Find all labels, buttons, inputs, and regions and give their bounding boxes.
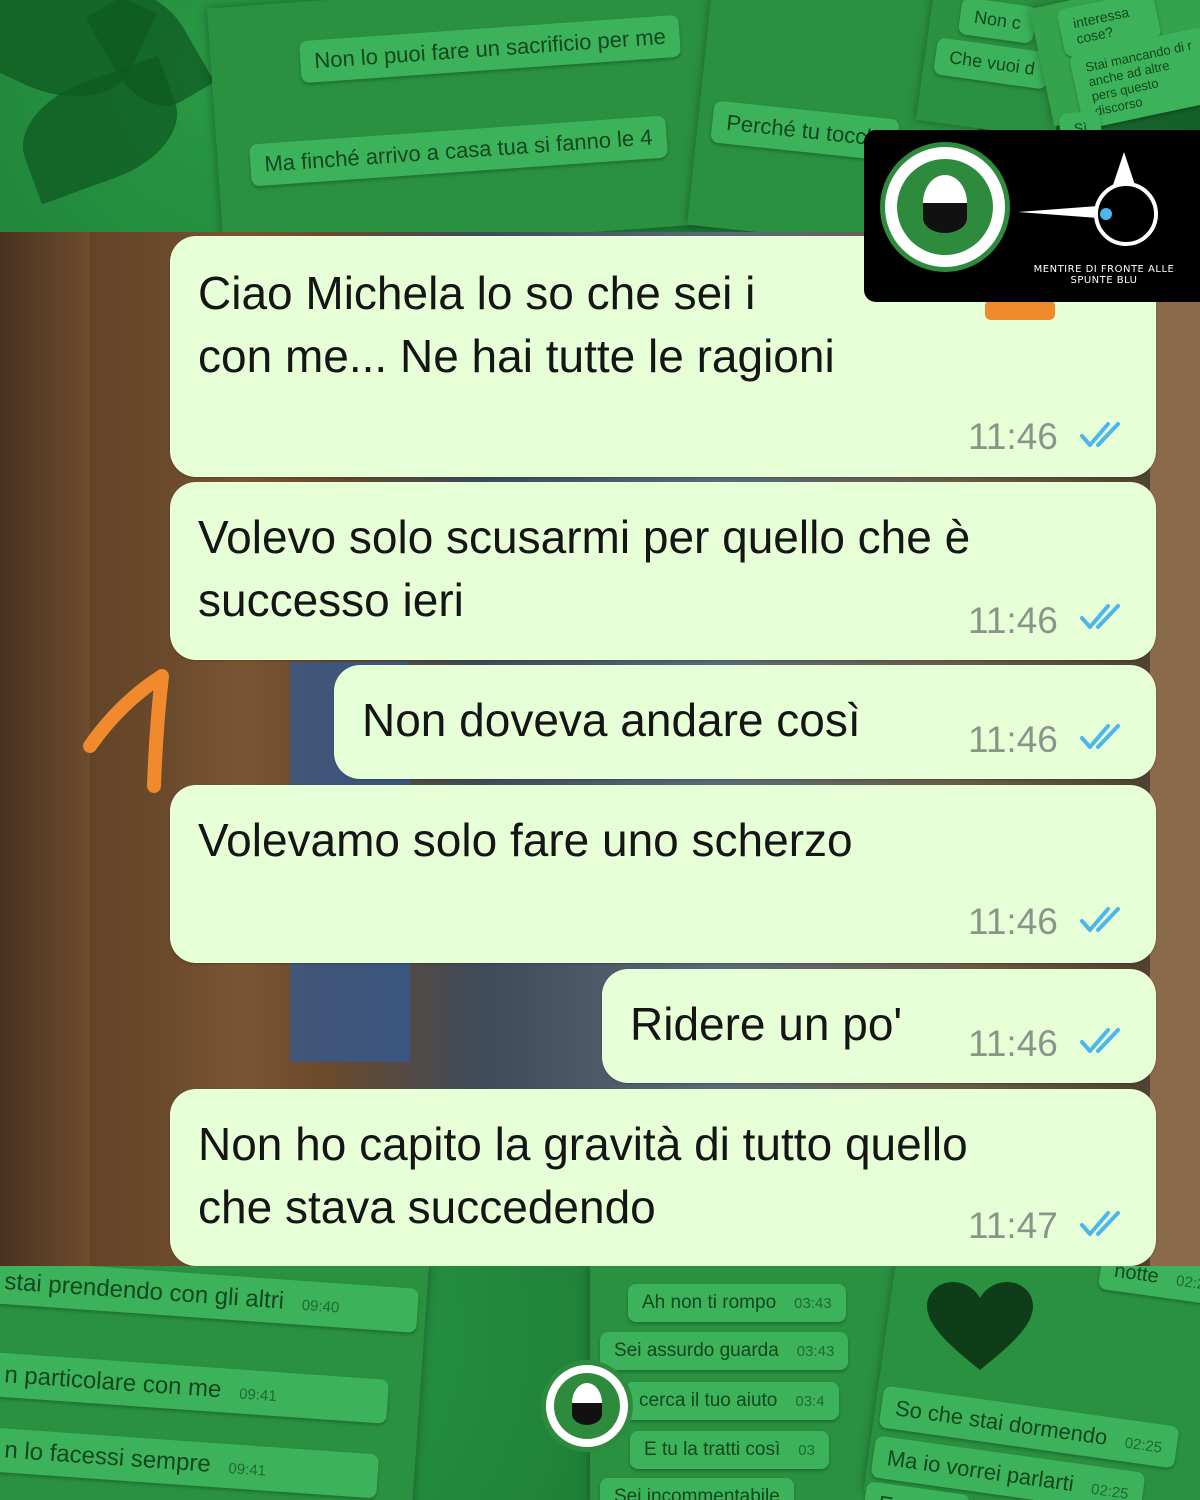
message-text: Non ho capito la gravità di tutto quello bbox=[198, 1118, 968, 1170]
annotation-number-one bbox=[83, 669, 169, 793]
wood-background bbox=[0, 232, 90, 1266]
background-bubble: Sei incommentabile bbox=[600, 1478, 794, 1500]
heart-icon bbox=[927, 1282, 1033, 1370]
message-text: Volevamo solo fare uno scherzo bbox=[198, 814, 853, 866]
message-text: Non doveva andare così bbox=[362, 694, 861, 746]
background-bubble: E tu la tratti così 03 bbox=[630, 1431, 829, 1469]
message-bubble[interactable]: Ridere un po' 11:46 bbox=[602, 969, 1156, 1083]
message-text: successo ieri bbox=[198, 574, 464, 626]
message-time: 11:46 bbox=[968, 901, 1058, 942]
read-receipt-icon bbox=[1080, 907, 1120, 932]
commenti-memorabili-logo bbox=[541, 1360, 633, 1452]
read-receipt-icon bbox=[1080, 422, 1120, 447]
background-bubble: Sei assurdo guarda 03:43 bbox=[600, 1332, 849, 1370]
message-text: Volevo solo scusarmi per quello che è bbox=[198, 511, 971, 563]
commenti-memorabili-logo bbox=[880, 142, 1010, 272]
read-receipt-icon bbox=[1080, 1028, 1120, 1053]
message-text: che stava succedendo bbox=[198, 1181, 656, 1233]
message-text: con me... Ne hai tutte le ragioni bbox=[198, 330, 835, 382]
message-time: 11:46 bbox=[968, 1023, 1058, 1064]
message-bubble[interactable]: Volevamo solo fare uno scherzo 11:46 bbox=[170, 785, 1156, 963]
background-bubble: cerca il tuo aiuto 03:4 bbox=[625, 1382, 839, 1420]
message-time: 11:46 bbox=[968, 416, 1058, 457]
read-receipt-icon bbox=[1080, 1211, 1120, 1236]
message-text: Ridere un po' bbox=[630, 998, 903, 1050]
background-bubble: Ah non ti rompo 03:43 bbox=[628, 1284, 846, 1322]
message-bubble[interactable]: Non doveva andare così 11:46 bbox=[334, 665, 1156, 779]
read-receipt-icon bbox=[1080, 724, 1120, 749]
read-receipt-icon bbox=[1080, 604, 1120, 629]
message-time: 11:46 bbox=[968, 600, 1058, 641]
message-time: 11:47 bbox=[968, 1205, 1058, 1246]
redaction-mark bbox=[985, 300, 1055, 320]
pinocchio-icon bbox=[1018, 152, 1158, 246]
message-bubble[interactable]: Volevo solo scusarmi per quello che è su… bbox=[170, 482, 1156, 660]
message-time: 11:46 bbox=[968, 719, 1058, 760]
badge-caption: MENTIRE DI FRONTE ALLE SPUNTE BLU bbox=[1033, 264, 1175, 286]
message-text: Ciao Michela lo so che sei i bbox=[198, 267, 756, 319]
wood-background bbox=[1150, 232, 1200, 1266]
message-bubble[interactable]: Non ho capito la gravità di tutto quello… bbox=[170, 1089, 1156, 1266]
